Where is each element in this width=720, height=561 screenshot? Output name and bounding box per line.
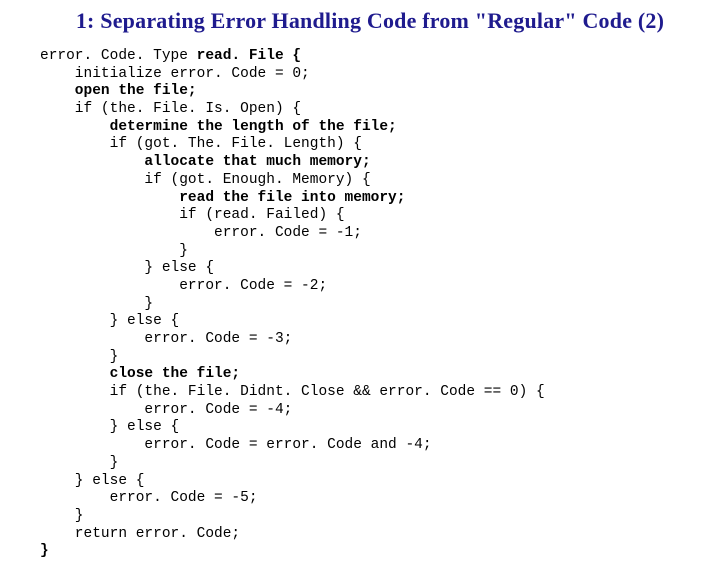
code-bold: }	[40, 543, 49, 559]
code-line: } else {	[40, 260, 214, 276]
slide-title: 1: Separating Error Handling Code from "…	[40, 8, 700, 34]
code-line: }	[40, 243, 188, 259]
code-line: error. Code = error. Code and -4;	[40, 437, 432, 453]
code-line: if (the. File. Is. Open) {	[40, 101, 301, 117]
code-line: } else {	[40, 419, 179, 435]
code-bold: allocate that much memory;	[40, 154, 371, 170]
code-block: error. Code. Type read. File { initializ…	[40, 48, 700, 561]
code-line: }	[40, 455, 118, 471]
code-line: if (got. The. File. Length) {	[40, 136, 362, 152]
code-line: error. Code = -5;	[40, 490, 258, 506]
code-line: if (read. Failed) {	[40, 207, 345, 223]
code-line: error. Code = -1;	[40, 225, 362, 241]
code-line: return error. Code;	[40, 526, 240, 542]
code-line: } else {	[40, 473, 144, 489]
code-line: if (the. File. Didnt. Close && error. Co…	[40, 384, 545, 400]
code-line: error. Code = -3;	[40, 331, 292, 347]
code-bold: open the file;	[40, 83, 197, 99]
code-bold: determine the length of the file;	[40, 119, 397, 135]
code-line: } else {	[40, 313, 179, 329]
code-line: }	[40, 349, 118, 365]
code-bold: read the file into memory;	[40, 190, 405, 206]
code-bold: close the file;	[40, 366, 240, 382]
code-line: initialize error. Code = 0;	[40, 66, 310, 82]
slide-container: 1: Separating Error Handling Code from "…	[0, 0, 720, 561]
code-line: error. Code = -4;	[40, 402, 292, 418]
code-line: }	[40, 508, 84, 524]
code-line: error. Code = -2;	[40, 278, 327, 294]
code-line: if (got. Enough. Memory) {	[40, 172, 371, 188]
code-line: error. Code. Type	[40, 48, 197, 64]
code-bold: read. File {	[197, 48, 301, 64]
code-line: }	[40, 296, 153, 312]
